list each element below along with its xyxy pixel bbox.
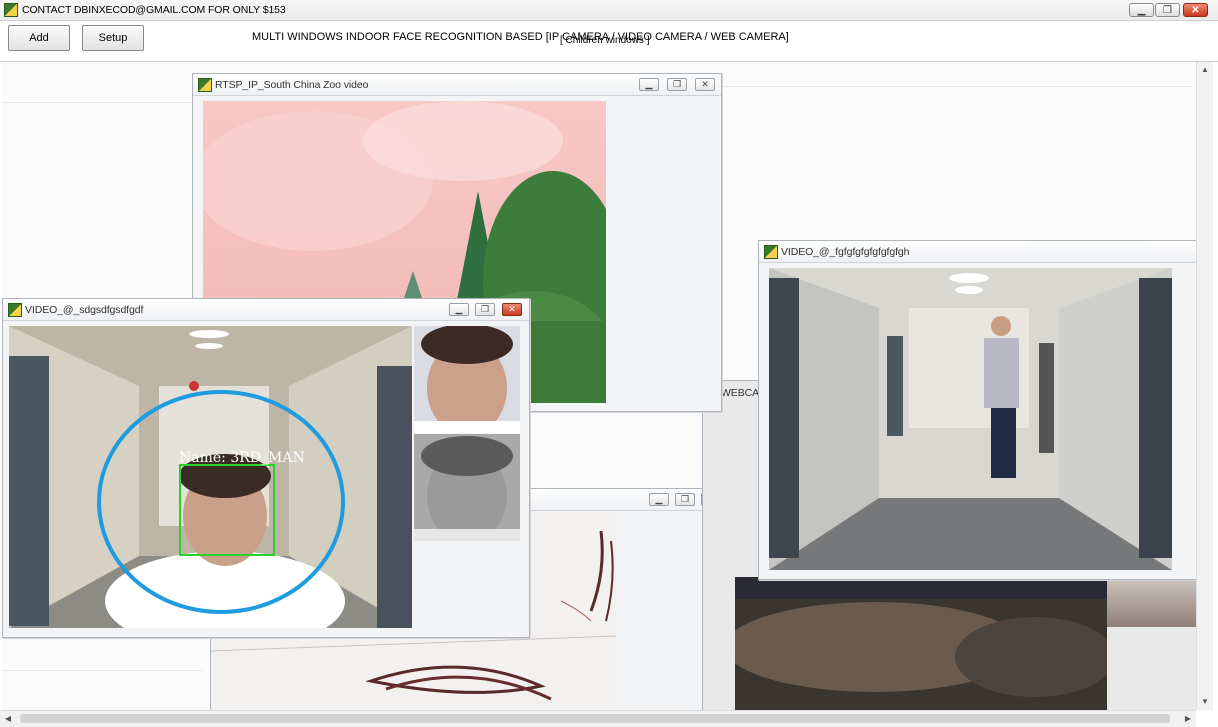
child-maximize-button[interactable]: ❐ bbox=[667, 78, 687, 91]
app-icon bbox=[8, 303, 22, 317]
webcam-face-thumb bbox=[1107, 577, 1196, 627]
child-title: RTSP_IP_South China Zoo video bbox=[215, 79, 369, 91]
face-thumb-color bbox=[414, 326, 520, 433]
child-close-button[interactable]: ✕ bbox=[695, 78, 715, 91]
face-thumb-gray bbox=[414, 434, 520, 541]
child-title-bar: VIDEO_@_sdgsdfgsdfgdf ▁ ❐ ✕ bbox=[3, 299, 529, 321]
scroll-down-icon[interactable]: ▼ bbox=[1197, 694, 1213, 710]
child-title: VIDEO_@_fgfgfgfgfgfgfgfgh bbox=[781, 246, 910, 258]
app-icon bbox=[198, 78, 212, 92]
setup-button[interactable]: Setup bbox=[82, 25, 144, 51]
child-minimize-button[interactable]: ▁ bbox=[639, 78, 659, 91]
mdi-workspace: ▁ ❐ ✕ WEBCAM bbox=[2, 62, 1196, 710]
app-icon bbox=[4, 3, 18, 17]
maximize-button[interactable]: ❐ bbox=[1155, 3, 1180, 17]
app-banner: MULTI WINDOWS INDOOR FACE RECOGNITION BA… bbox=[252, 31, 789, 43]
ghost-divider bbox=[2, 102, 202, 103]
scroll-up-icon[interactable]: ▲ bbox=[1197, 62, 1213, 78]
toolbar: Add Setup MULTI WINDOWS INDOOR FACE RECO… bbox=[0, 21, 1218, 62]
close-icon: ✕ bbox=[1191, 5, 1200, 16]
scroll-thumb[interactable] bbox=[20, 714, 1170, 723]
maximize-icon: ❐ bbox=[1163, 5, 1172, 16]
minimize-button[interactable]: ▁ bbox=[1129, 3, 1154, 17]
child-maximize-button[interactable]: ❐ bbox=[475, 303, 495, 316]
close-button[interactable]: ✕ bbox=[1183, 3, 1208, 17]
hallway-scene bbox=[769, 268, 1172, 570]
video-frame-recognition: Name: 3RD_MAN bbox=[9, 326, 412, 628]
child-minimize-button[interactable]: ▁ bbox=[649, 493, 669, 506]
child-title: VIDEO_@_sdgsdfgsdfgdf bbox=[25, 304, 144, 316]
ghost-divider bbox=[722, 86, 1192, 87]
ghost-divider bbox=[2, 670, 202, 671]
child-title-bar: VIDEO_@_fgfgfgfgfgfgfgfgh bbox=[759, 241, 1196, 263]
add-button[interactable]: Add bbox=[8, 25, 70, 51]
child-close-button[interactable]: ✕ bbox=[502, 303, 522, 316]
face-thumb-gray-art bbox=[414, 434, 520, 541]
children-windows-label: [ Children windows ] bbox=[560, 35, 650, 46]
face-detection-box bbox=[179, 464, 275, 556]
window-title: CONTACT DBINXECOD@GMAIL.COM FOR ONLY $15… bbox=[22, 4, 286, 16]
face-thumb-color-art bbox=[414, 326, 520, 433]
child-window-recognition[interactable]: VIDEO_@_sdgsdfgsdfgdf ▁ ❐ ✕ Name: 3RD_MA… bbox=[2, 298, 530, 638]
scroll-left-icon[interactable]: ◀ bbox=[0, 711, 16, 727]
scroll-right-icon[interactable]: ▶ bbox=[1180, 711, 1196, 727]
video-frame-webcam bbox=[735, 577, 1107, 710]
app-icon bbox=[764, 245, 778, 259]
recognized-name-label: Name: 3RD_MAN bbox=[179, 450, 305, 466]
main-title-bar: CONTACT DBINXECOD@GMAIL.COM FOR ONLY $15… bbox=[0, 0, 1218, 21]
child-maximize-button[interactable]: ❐ bbox=[675, 493, 695, 506]
minimize-icon: ▁ bbox=[1137, 5, 1146, 16]
webcam-scene bbox=[735, 577, 1107, 710]
child-window-hallway[interactable]: VIDEO_@_fgfgfgfgfgfgfgfgh bbox=[758, 240, 1196, 580]
vertical-scrollbar[interactable]: ▲ ▼ bbox=[1196, 62, 1213, 710]
child-minimize-button[interactable]: ▁ bbox=[449, 303, 469, 316]
horizontal-scrollbar[interactable]: ◀ ▶ bbox=[0, 710, 1196, 727]
video-frame-hallway bbox=[769, 268, 1172, 570]
child-title-bar: RTSP_IP_South China Zoo video ▁ ❐ ✕ bbox=[193, 74, 721, 96]
